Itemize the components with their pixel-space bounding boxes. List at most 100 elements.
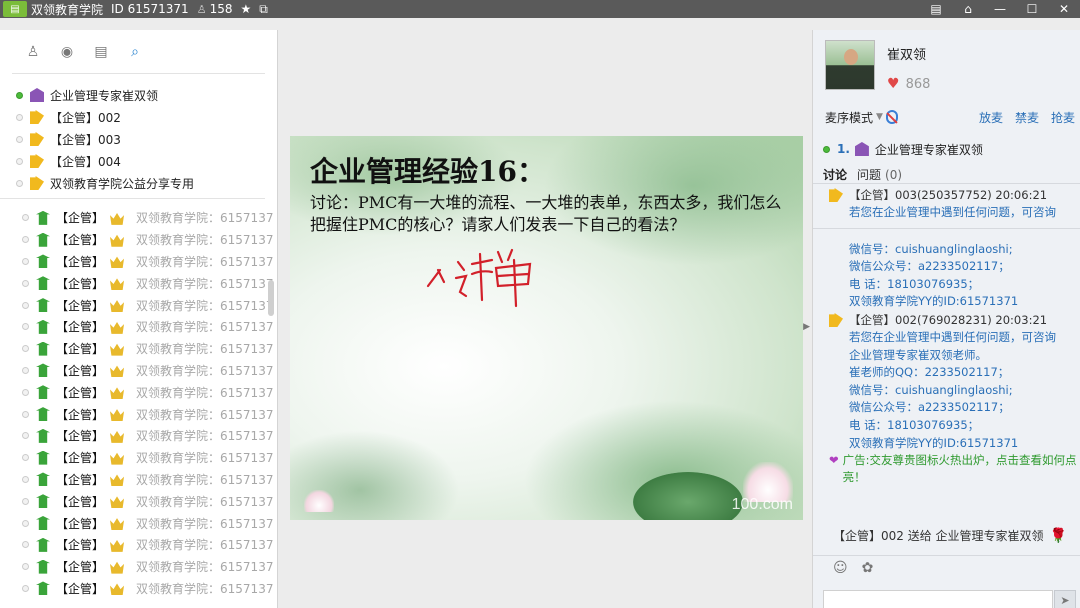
release-mic-link[interactable]: 放麦: [979, 109, 1003, 126]
online-status-icon: [22, 563, 29, 571]
member-id-text: 双领教育学院：6157137: [136, 472, 274, 487]
member-badge-icon: [36, 298, 50, 313]
member-id-text: 双领教育学院：6157137: [136, 538, 274, 553]
app-logo-icon: ▤: [3, 1, 27, 17]
gift-text: 【企管】002 送给 企业管理专家崔双领: [833, 529, 1044, 543]
close-button[interactable]: ✕: [1048, 0, 1080, 18]
title-bar: ▤ 双领教育学院 ID 61571371 ♙ 158 ★ ⧉ ▤ ⌂ — ☐ ✕: [0, 0, 1080, 18]
notes-icon[interactable]: ▤: [92, 43, 110, 61]
maximize-button[interactable]: ☐: [1016, 0, 1048, 18]
member-id-text: 双领教育学院：6157137: [136, 233, 274, 248]
member-list-item[interactable]: 【企管】 双领教育学院：6157137: [22, 316, 277, 338]
message-line: 崔老师的QQ：2233502117；: [849, 365, 1010, 380]
member-list-item[interactable]: 【企管】 双领教育学院：6157137: [22, 360, 277, 382]
member-list-item[interactable]: 【企管】 双领教育学院：6157137: [22, 447, 277, 469]
member-label: 【企管】: [56, 472, 105, 487]
heart-icon: ♥: [887, 76, 900, 92]
member-list-item[interactable]: 【企管】 双领教育学院：6157137: [22, 272, 277, 294]
member-badge-icon: [36, 363, 50, 378]
member-badge-icon: [36, 210, 50, 225]
chat-message: 微信号：cuishuanglinglaoshi; 微信公众号：a22335021…: [813, 241, 1080, 311]
host-likes[interactable]: ♥ 868: [887, 76, 930, 92]
crown-icon: [110, 365, 125, 378]
send-button[interactable]: ➤: [1054, 590, 1076, 608]
crown-icon: [110, 343, 125, 356]
member-list-scrollbar[interactable]: [268, 280, 274, 316]
member-badge-icon: [36, 428, 50, 443]
online-status-icon: [22, 454, 29, 462]
message-line: 企业管理专家崔双领老师。: [849, 347, 987, 362]
crown-icon: [110, 583, 125, 596]
admin-list-item[interactable]: 双领教育学院公益分享专用: [16, 172, 265, 194]
member-badge-icon: [36, 537, 50, 552]
notes-window-icon[interactable]: ▤: [920, 0, 952, 18]
location-icon[interactable]: ◉: [58, 43, 76, 61]
member-label: 【企管】: [56, 429, 105, 444]
member-list-item[interactable]: 【企管】 双领教育学院：6157137: [22, 512, 277, 534]
member-label: 【企管】: [56, 560, 105, 575]
member-list-item[interactable]: 【企管】 双领教育学院：6157137: [22, 556, 277, 578]
search-icon[interactable]: ⌕: [126, 43, 144, 61]
crown-icon: [110, 387, 125, 400]
mic-actions: 放麦 禁麦 抢麦: [979, 109, 1075, 126]
member-id-text: 双领教育学院：6157137: [136, 298, 274, 313]
member-list-item[interactable]: 【企管】 双领教育学院：6157137: [22, 425, 277, 447]
member-list-item[interactable]: 【企管】 双领教育学院：6157137: [22, 534, 277, 556]
admin-badge-icon: [30, 154, 44, 168]
chevron-down-icon[interactable]: ▼: [876, 112, 883, 122]
message-line: 微信公众号：a2233502117；: [849, 400, 1010, 415]
online-status-icon: [22, 257, 29, 265]
flower-icon[interactable]: ✿: [862, 560, 874, 576]
ban-mic-link[interactable]: 禁麦: [1015, 109, 1039, 126]
admin-name: 【企管】003: [50, 132, 121, 147]
ad-heart-icon: ❤: [829, 453, 839, 468]
emoji-icon[interactable]: ☺: [833, 560, 848, 576]
member-badge-icon: [36, 472, 50, 487]
member-list-item[interactable]: 【企管】 双领教育学院：6157137: [22, 381, 277, 403]
slide: 企业管理经验16： 讨论：PMC有一大堆的流程、一大堆的表单，东西太多，我们怎么…: [290, 136, 803, 520]
member-list-item[interactable]: 【企管】 双领教育学院：6157137: [22, 251, 277, 273]
member-label: 【企管】: [56, 385, 105, 400]
member-list-item[interactable]: 【企管】 双领教育学院：6157137: [22, 207, 277, 229]
member-list-item[interactable]: 【企管】 双领教育学院：6157137: [22, 490, 277, 512]
message-line: 电 话：18103076935；: [849, 417, 980, 432]
user-count[interactable]: ♙ 158: [197, 2, 233, 16]
share-icon[interactable]: ⧉: [259, 2, 268, 17]
admin-badge-icon: [30, 176, 44, 190]
home-icon[interactable]: ⌂: [952, 0, 984, 18]
member-list-item[interactable]: 【企管】 双领教育学院：6157137: [22, 469, 277, 491]
tab-discuss[interactable]: 讨论: [823, 166, 847, 183]
admin-list-item[interactable]: 【企管】004: [16, 150, 265, 172]
host-badge-icon: [30, 88, 44, 102]
admin-list-item[interactable]: 企业管理专家崔双领: [16, 84, 265, 106]
member-label: 【企管】: [56, 211, 105, 226]
online-status-icon: [22, 584, 29, 592]
host-avatar[interactable]: [825, 40, 875, 90]
mic-mode-label[interactable]: 麦序模式: [825, 109, 873, 126]
favorite-star-icon[interactable]: ★: [240, 2, 251, 16]
presentation-area: 企业管理经验16： 讨论：PMC有一大堆的流程、一大堆的表单，东西太多，我们怎么…: [279, 30, 812, 608]
grab-mic-link[interactable]: 抢麦: [1051, 109, 1075, 126]
member-list-item[interactable]: 【企管】 双领教育学院：6157137: [22, 578, 277, 599]
member-badge-icon: [36, 254, 50, 269]
member-badge-icon: [36, 319, 50, 334]
ad-message[interactable]: ❤ 广告:交友尊贵图标火热出炉，点击查看如何点亮！: [813, 452, 1080, 486]
chat-input[interactable]: [823, 590, 1053, 608]
member-list-item[interactable]: 【企管】 双领教育学院：6157137: [22, 403, 277, 425]
mic-muted-icon[interactable]: [885, 110, 898, 124]
admin-list-item[interactable]: 【企管】002: [16, 106, 265, 128]
member-list-item[interactable]: 【企管】 双领教育学院：6157137: [22, 294, 277, 316]
minimize-button[interactable]: —: [984, 0, 1016, 18]
slide-title: 企业管理经验16：: [310, 155, 545, 188]
member-list-item[interactable]: 【企管】 双领教育学院：6157137: [22, 338, 277, 360]
member-list-item[interactable]: 【企管】 双领教育学院：6157137: [22, 229, 277, 251]
admin-list-item[interactable]: 【企管】003: [16, 128, 265, 150]
member-toolbar: ♙ ◉ ▤ ⌕: [12, 30, 265, 74]
members-icon[interactable]: ♙: [24, 43, 42, 61]
mic-queue-item[interactable]: 1. 企业管理专家崔双领: [823, 138, 983, 160]
crown-icon: [110, 212, 125, 225]
panel-toggle-arrow-icon[interactable]: ▶: [803, 322, 810, 332]
tab-questions[interactable]: 问题 (0): [857, 166, 902, 183]
crown-icon: [110, 539, 125, 552]
host-name: 崔双领: [887, 48, 927, 63]
